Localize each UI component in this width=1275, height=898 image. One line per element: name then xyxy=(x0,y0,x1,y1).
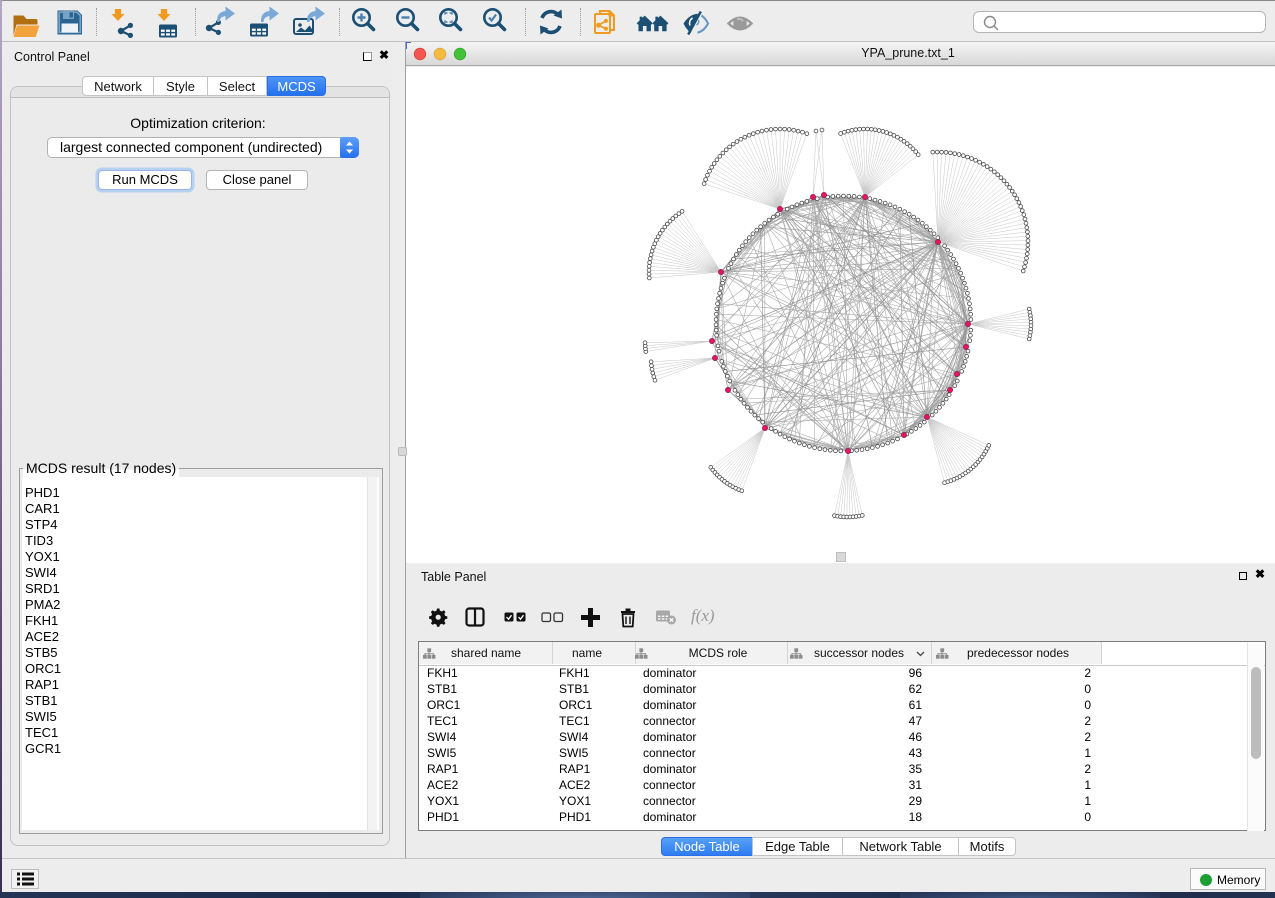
svg-text:f(x): f(x) xyxy=(691,606,715,625)
